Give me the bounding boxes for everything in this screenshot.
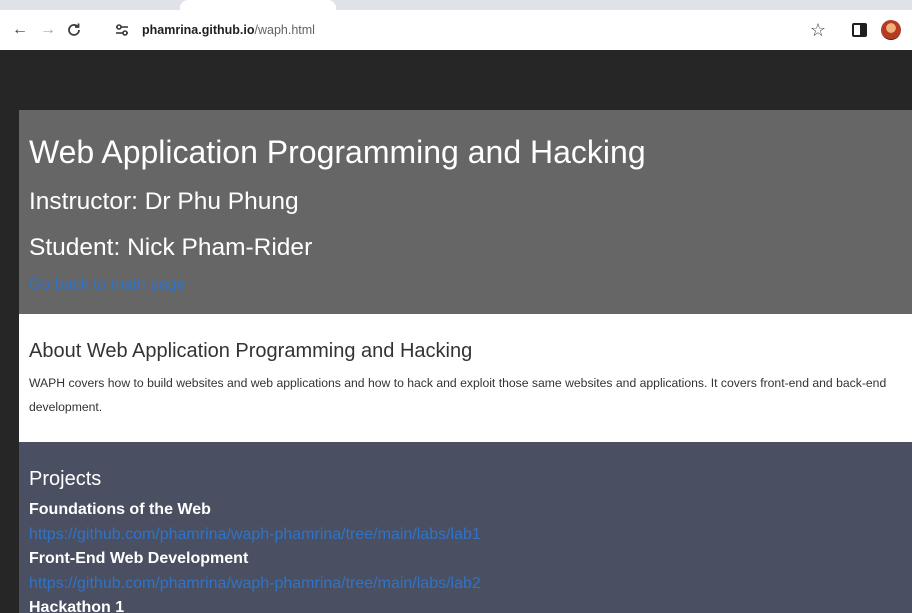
url-path: /waph.html (254, 23, 315, 37)
url-host: phamrina.github.io (142, 23, 255, 37)
project-link[interactable]: https://github.com/phamrina/waph-phamrin… (29, 526, 481, 544)
project-title: Foundations of the Web (29, 501, 211, 518)
projects-heading: Projects (29, 468, 102, 490)
back-to-main-link[interactable]: Go back to main page (29, 276, 186, 294)
project-link[interactable]: https://github.com/phamrina/waph-phamrin… (29, 575, 481, 593)
active-tab[interactable] (180, 0, 336, 10)
project-title: Hackathon 1 (29, 599, 125, 613)
star-icon[interactable]: ☆ (808, 20, 828, 40)
tab-strip (0, 0, 912, 10)
reload-icon[interactable] (64, 20, 84, 40)
header-section: Web Application Programming and Hacking … (19, 110, 912, 314)
about-text: WAPH covers how to build websites and we… (29, 376, 887, 414)
page-title: Web Application Programming and Hacking (29, 134, 646, 170)
url-text[interactable]: phamrina.github.io/waph.html (142, 22, 315, 38)
browser-toolbar: ← → phamrina.github.io/waph.html ☆ (0, 10, 912, 50)
about-section: About Web Application Programming and Ha… (19, 314, 912, 442)
avatar-icon[interactable] (881, 20, 901, 40)
side-panel-icon[interactable] (852, 23, 867, 37)
project-title: Front-End Web Development (29, 550, 249, 567)
projects-section: Projects Foundations of the Web https://… (19, 442, 912, 613)
forward-arrow-icon[interactable]: → (38, 20, 58, 40)
browser-chrome: ← → phamrina.github.io/waph.html ☆ (0, 0, 912, 50)
address-bar[interactable]: phamrina.github.io/waph.html (104, 16, 844, 44)
instructor-name: Instructor: Dr Phu Phung (29, 188, 299, 215)
back-arrow-icon[interactable]: ← (10, 20, 30, 40)
student-name: Student: Nick Pham-Rider (29, 234, 313, 261)
page-viewport: Web Application Programming and Hacking … (0, 50, 912, 613)
tune-icon[interactable] (114, 22, 130, 38)
about-heading: About Web Application Programming and Ha… (29, 340, 473, 362)
